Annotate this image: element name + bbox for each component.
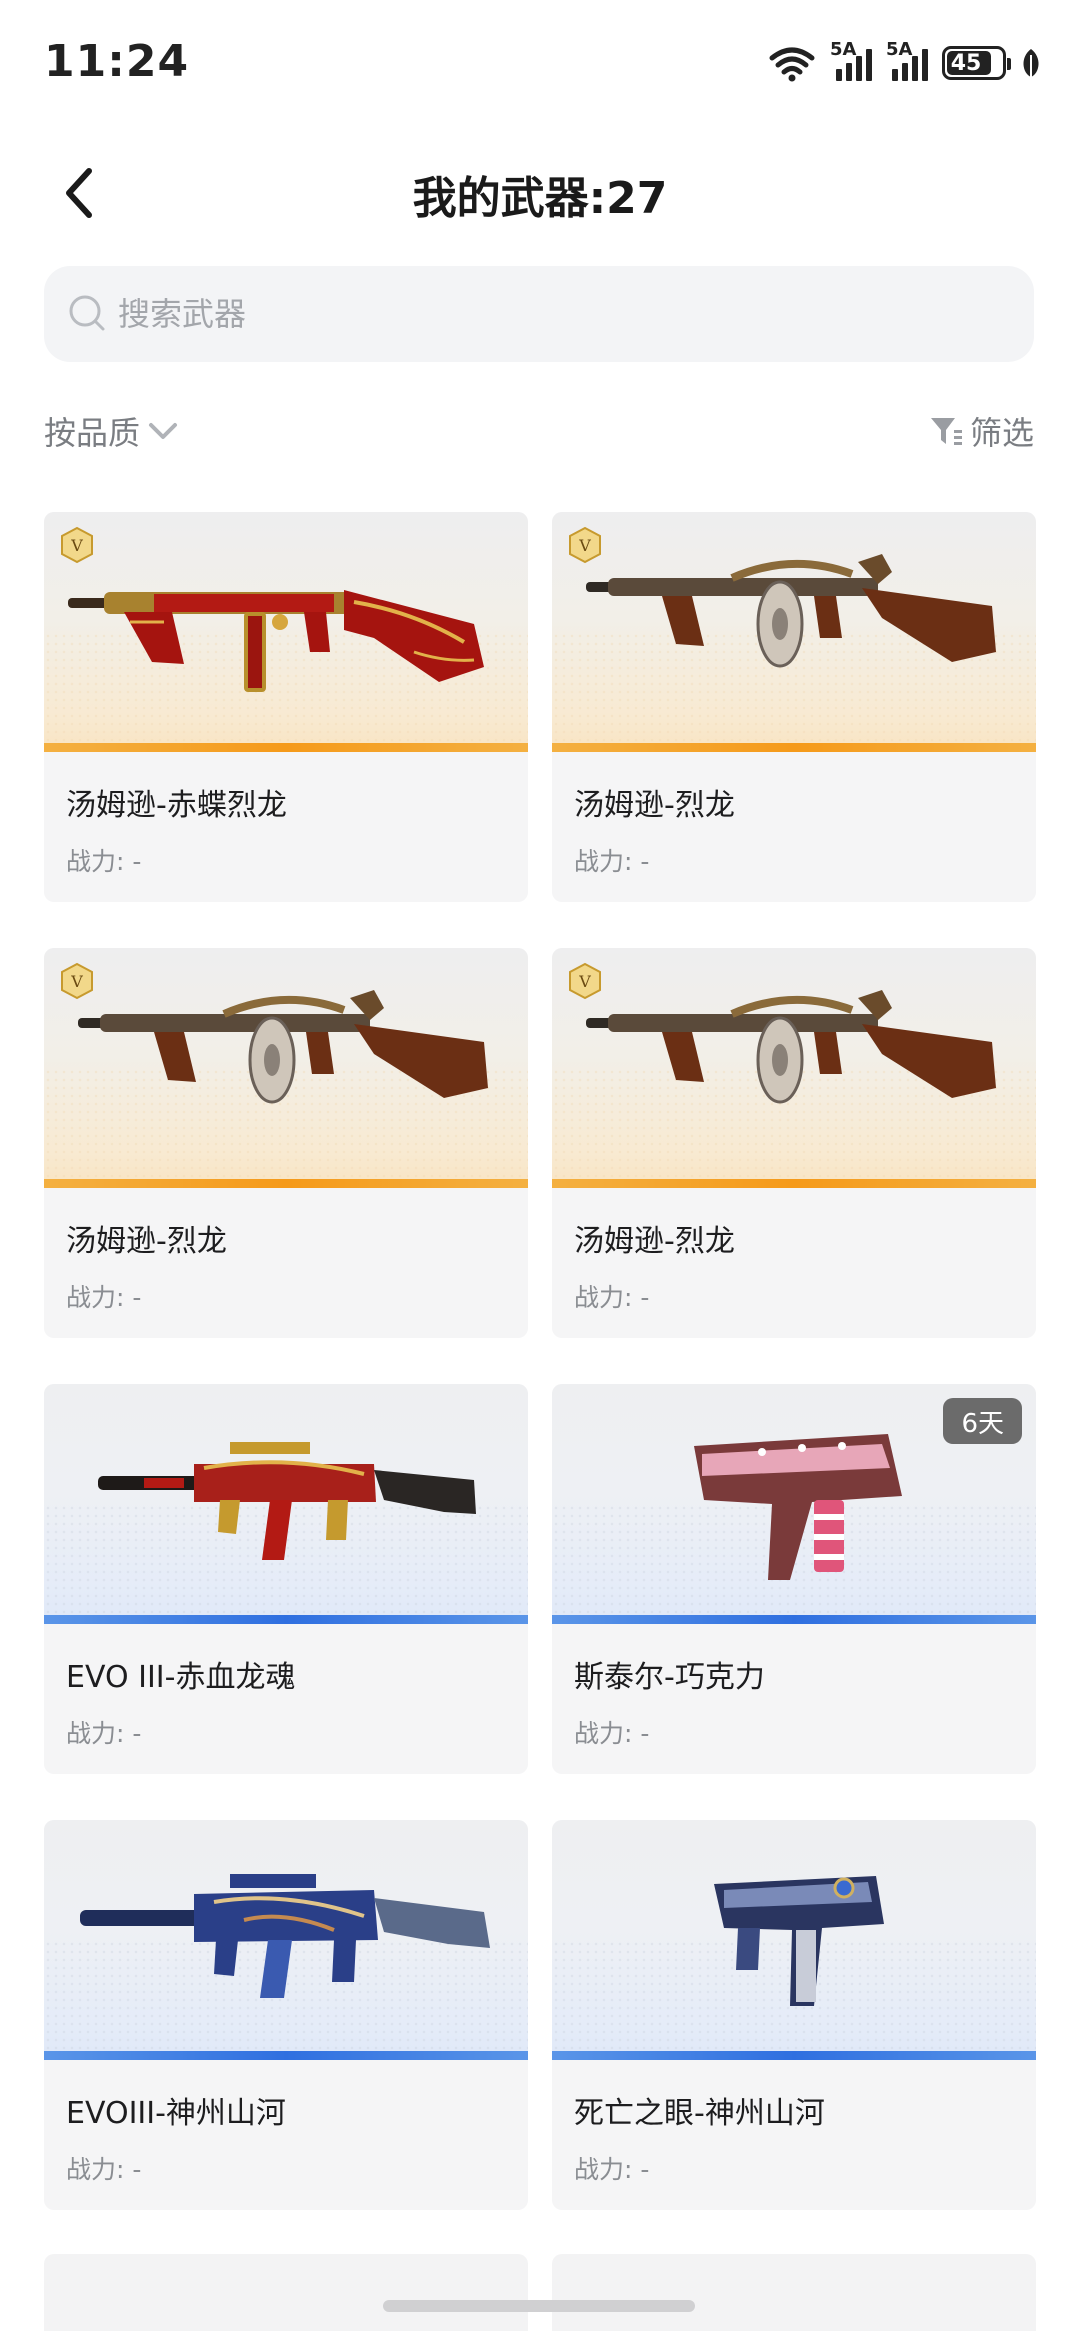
weapon-power: 战力: - [66,1283,142,1312]
weapon-image-area: 6天 [552,1384,1036,1624]
weapon-image-area [44,1384,528,1624]
weapon-card[interactable]: 6天 斯泰尔-巧克力 战力: - [552,1384,1036,1774]
weapon-power: 战力: - [574,1283,650,1312]
svg-text:V: V [578,536,591,555]
search-bar[interactable] [44,266,1034,362]
rarity-bar [552,2051,1036,2060]
weapon-name: 汤姆逊-烈龙 [574,1224,735,1259]
search-input[interactable] [118,295,978,333]
svg-text:V: V [70,972,83,991]
search-icon [69,295,105,331]
weapon-image-area [552,1820,1036,2060]
weapon-power: 战力: - [66,2155,142,2184]
wifi-icon [769,47,815,82]
rarity-bar [44,1615,528,1624]
weapon-power: 战力: - [574,847,650,876]
weapon-image-area: V [44,512,528,752]
expiry-badge: 6天 [943,1398,1022,1444]
home-indicator[interactable] [383,2300,695,2312]
weapon-card[interactable]: EVO III-赤血龙魂 战力: - [44,1384,528,1774]
rarity-bar [552,1615,1036,1624]
weapon-name: 汤姆逊-烈龙 [66,1224,227,1259]
v-badge-icon: V [61,962,93,1000]
weapon-card-partial[interactable] [552,2254,1036,2331]
sim1-label: 5A [830,39,857,60]
weapon-card[interactable]: V 汤姆逊-烈龙 战力: - [552,948,1036,1338]
weapon-card[interactable]: V 汤姆逊-烈龙 战力: - [552,512,1036,902]
svg-text:V: V [70,536,83,555]
weapon-power: 战力: - [574,2155,650,2184]
tommy-gun-red-gold-icon [68,590,484,692]
rarity-bar [44,743,528,752]
toolbar: 按品质 筛选 [44,402,1034,458]
rarity-bar [552,743,1036,752]
weapon-power: 战力: - [66,1719,142,1748]
tommy-gun-dragon-icon [78,990,488,1104]
weapon-name: EVO III-赤血龙魂 [66,1660,296,1695]
status-time: 11:24 [44,36,190,87]
weapon-image-area: V [552,512,1036,752]
tommy-gun-dragon-icon [586,990,996,1104]
sim2-label: 5A [886,39,913,60]
status-bar: 11:24 5A 5A 45 [0,0,1080,120]
svg-text:V: V [578,972,591,991]
leaf-icon [1023,49,1039,77]
weapon-card[interactable]: EVOIII-神州山河 战力: - [44,1820,528,2210]
weapon-image-area: V [552,948,1036,1188]
v-badge-icon: V [569,962,601,1000]
rarity-bar [44,1179,528,1188]
evo3-red-gold-icon [98,1442,476,1560]
weapon-name: 斯泰尔-巧克力 [574,1660,765,1695]
battery-level: 45 [950,50,982,76]
evo3-blue-landscape-icon [80,1874,490,1998]
rarity-bar [552,1179,1036,1188]
v-badge-icon: V [569,526,601,564]
filter-icon [930,418,962,445]
weapon-card-partial[interactable] [44,2254,528,2331]
weapon-name: 汤姆逊-赤蝶烈龙 [66,788,287,823]
weapon-card[interactable]: 死亡之眼-神州山河 战力: - [552,1820,1036,2210]
weapon-name: 死亡之眼-神州山河 [574,2096,825,2131]
sort-label: 按品质 [44,414,141,452]
weapon-power: 战力: - [574,1719,650,1748]
status-icons: 5A 5A 45 [768,39,1042,86]
weapon-image-area: V [44,948,528,1188]
weapon-name: EVOIII-神州山河 [66,2096,286,2131]
weapon-power: 战力: - [66,847,142,876]
weapon-card[interactable]: V 汤姆逊-烈龙 战力: - [44,948,528,1338]
weapon-name: 汤姆逊-烈龙 [574,788,735,823]
rarity-bar [44,2051,528,2060]
weapon-card[interactable]: V 汤姆逊-赤蝶烈龙 战力: - [44,512,528,902]
deathseye-blue-landscape-icon [714,1876,884,2006]
header: 我的武器:27 [0,140,1080,240]
weapon-image-area [44,1820,528,2060]
sort-dropdown[interactable]: 按品质 [44,408,180,454]
filter-label: 筛选 [969,414,1034,452]
signal-icon-sim2: 5A [886,39,928,81]
weapon-grid: V 汤姆逊-赤蝶烈龙 战力: - V 汤姆逊-烈龙 战力: - V 汤姆逊-烈龙… [44,512,1036,2210]
signal-icon-sim1: 5A [830,39,872,81]
page-title: 我的武器:27 [412,173,668,224]
battery-icon: 45 [942,46,1011,80]
chevron-down-icon [149,423,178,439]
filter-button[interactable]: 筛选 [928,408,1034,454]
v-badge-icon: V [61,526,93,564]
tommy-gun-dragon-icon [586,554,996,668]
